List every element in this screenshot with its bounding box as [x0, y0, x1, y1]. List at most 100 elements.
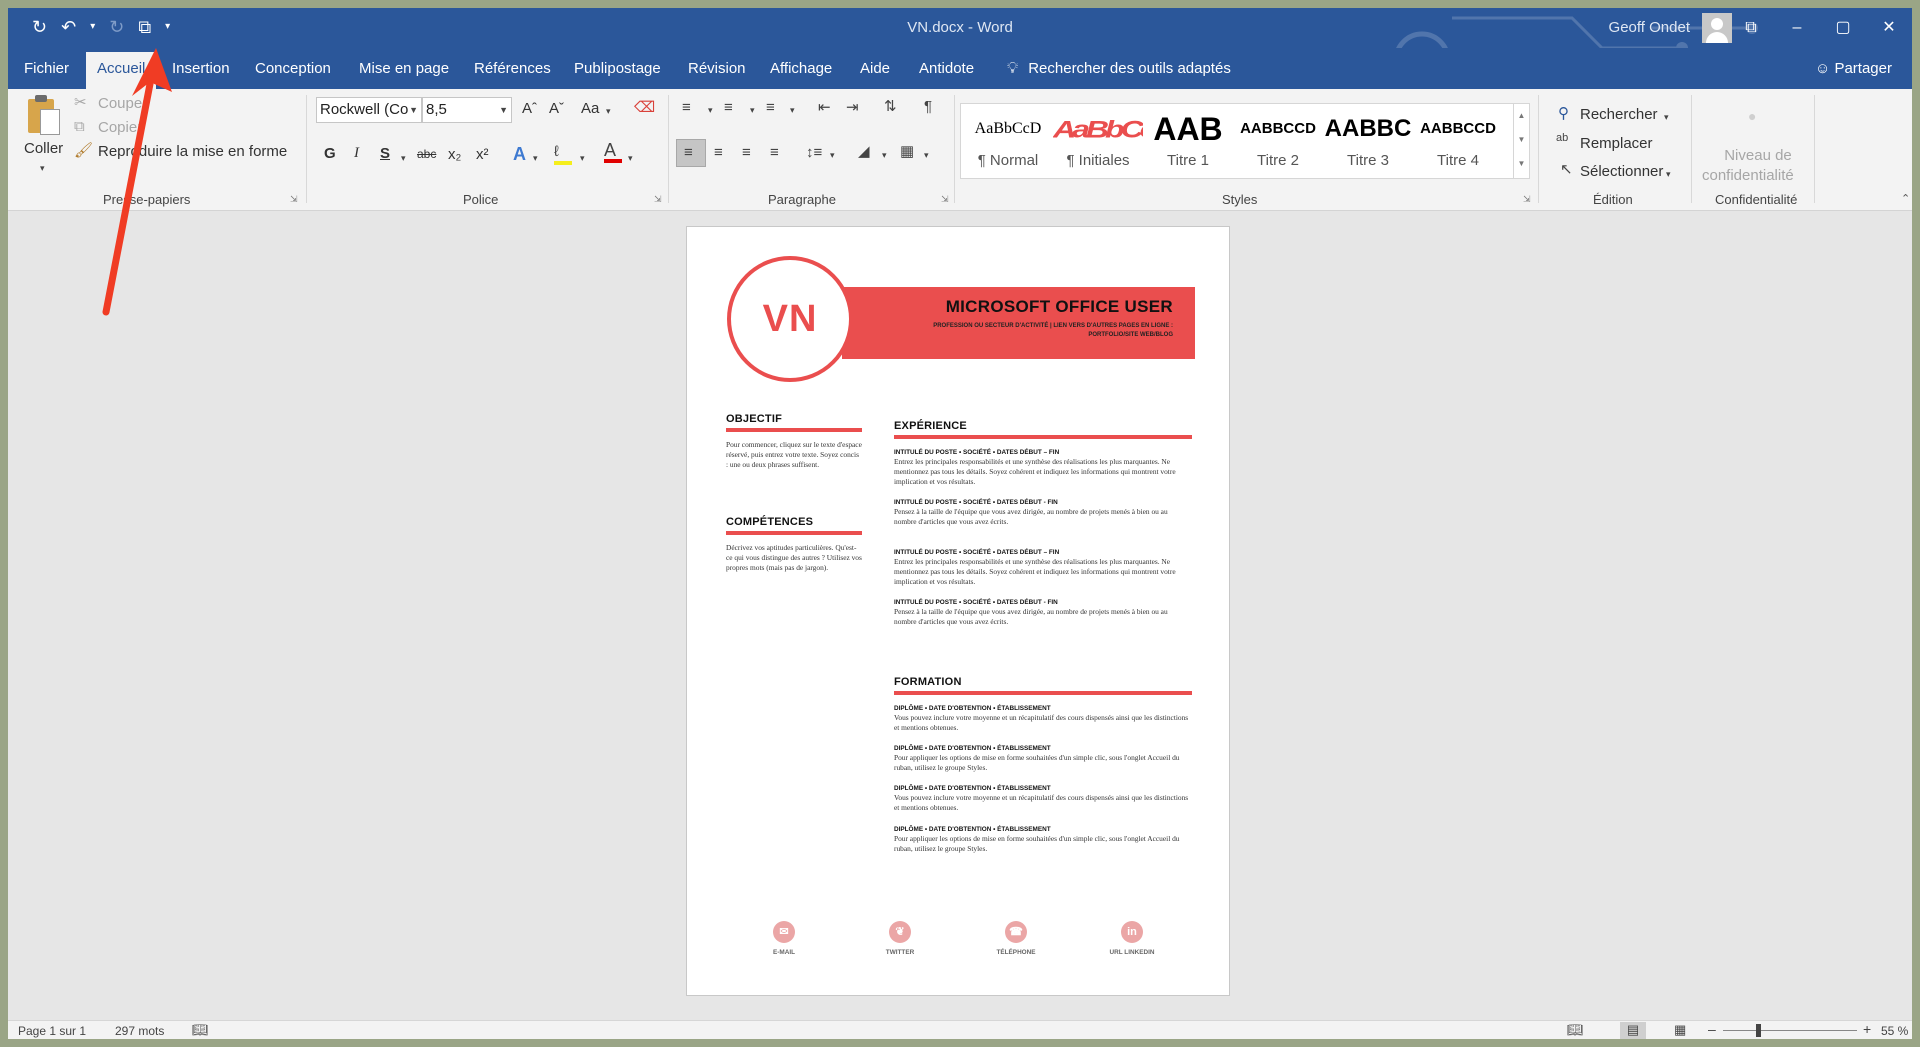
document-page[interactable]: MICROSOFT OFFICE USER PROFESSION OU SECT…: [686, 226, 1230, 996]
change-case-button[interactable]: Aa: [581, 100, 599, 117]
tab-antidote[interactable]: Antidote: [919, 48, 974, 89]
subscript-button[interactable]: x₂: [448, 146, 461, 163]
tab-fichier[interactable]: Fichier: [24, 48, 69, 89]
tab-revision[interactable]: Révision: [688, 48, 746, 89]
style-titre-3[interactable]: AABBC Titre 3: [1323, 104, 1413, 178]
chevron-down-icon[interactable]: ▾: [750, 101, 755, 119]
replace-icon[interactable]: ab: [1556, 129, 1568, 147]
numbering-icon[interactable]: ≡: [724, 99, 733, 117]
align-center-icon[interactable]: ≡: [714, 144, 723, 162]
page-count[interactable]: Page 1 sur 1: [18, 1024, 86, 1038]
zoom-slider-thumb[interactable]: [1756, 1024, 1761, 1037]
chevron-down-icon[interactable]: ▾: [708, 101, 713, 119]
linkedin-contact[interactable]: in URL LINKEDIN: [1102, 921, 1162, 956]
zoom-slider[interactable]: [1723, 1030, 1857, 1031]
search-icon[interactable]: ⚲: [1558, 105, 1569, 123]
font-size-combo[interactable]: 8,5 ▼: [422, 97, 512, 123]
collapse-ribbon-icon[interactable]: ⌃: [1901, 190, 1910, 208]
strikethrough-button[interactable]: abc: [417, 147, 436, 161]
chevron-down-icon[interactable]: ▾: [830, 146, 835, 164]
customize-qat-icon[interactable]: ▾: [165, 16, 170, 38]
underline-button[interactable]: S: [380, 145, 390, 162]
chevron-down-icon[interactable]: ▾: [533, 149, 538, 167]
ribbon-display-options-button[interactable]: ⧉: [1728, 8, 1774, 48]
style-titre-4[interactable]: AABBCCD Titre 4: [1413, 104, 1503, 178]
web-layout-icon[interactable]: ▦: [1674, 1022, 1686, 1038]
align-right-icon[interactable]: ≡: [742, 144, 751, 162]
tab-conception[interactable]: Conception: [255, 48, 331, 89]
chevron-down-icon[interactable]: ▾: [628, 149, 633, 167]
chevron-down-icon[interactable]: ▾: [580, 149, 585, 167]
multilevel-list-icon[interactable]: ≡: [766, 99, 775, 117]
clipboard-launcher-icon[interactable]: ⇲: [290, 194, 298, 205]
restore-button[interactable]: ▢: [1820, 8, 1866, 48]
font-name-combo[interactable]: Rockwell (Co ▼: [316, 97, 422, 123]
style-initiales[interactable]: AaBbCcD ¶ Initiales: [1053, 104, 1143, 178]
chevron-down-icon[interactable]: ▾: [606, 102, 611, 120]
tab-accueil[interactable]: Accueil: [86, 52, 157, 89]
tell-me-search[interactable]: 💡︎ Rechercher des outils adaptés: [1007, 48, 1231, 89]
justify-icon[interactable]: ≡: [770, 144, 779, 162]
increase-indent-icon[interactable]: ⇥: [846, 99, 859, 117]
show-formatting-marks-icon[interactable]: ¶: [924, 98, 932, 116]
style-normal[interactable]: AaBbCcD ¶ Normal: [963, 104, 1053, 178]
chevron-down-icon[interactable]: ▾: [924, 146, 929, 164]
email-contact[interactable]: ✉ E-MAIL: [754, 921, 814, 956]
zoom-in-button[interactable]: +: [1863, 1021, 1871, 1037]
read-mode-icon[interactable]: 📖︎: [1567, 1022, 1584, 1038]
chevron-down-icon[interactable]: ▾: [790, 101, 795, 119]
shrink-font-button[interactable]: Aˇ: [549, 100, 564, 117]
zoom-level[interactable]: 55 %: [1881, 1024, 1908, 1038]
proofing-icon[interactable]: 📖︎: [192, 1022, 209, 1038]
font-launcher-icon[interactable]: ⇲: [654, 194, 662, 205]
styles-launcher-icon[interactable]: ⇲: [1523, 194, 1531, 205]
paste-dropdown-icon[interactable]: ▾: [40, 159, 45, 177]
chevron-down-icon[interactable]: ▾: [401, 149, 406, 167]
bullets-icon[interactable]: ≡: [682, 99, 691, 117]
bold-button[interactable]: G: [324, 145, 336, 162]
close-button[interactable]: ✕: [1866, 8, 1912, 48]
print-layout-icon[interactable]: ▤: [1620, 1022, 1646, 1039]
tab-aide[interactable]: Aide: [860, 48, 890, 89]
scroll-up-icon[interactable]: ▲: [1514, 104, 1529, 128]
share-button[interactable]: ☺︎ Partager: [1815, 48, 1892, 89]
phone-contact[interactable]: ☎ TÉLÉPHONE: [986, 921, 1046, 956]
line-spacing-icon[interactable]: ↕≡: [806, 144, 822, 162]
tab-insertion[interactable]: Insertion: [172, 48, 230, 89]
font-color-icon[interactable]: A: [604, 141, 622, 163]
style-titre-1[interactable]: AAB Titre 1: [1143, 104, 1233, 178]
user-name[interactable]: Geoff Ondet: [1609, 19, 1690, 36]
chevron-down-icon[interactable]: ▾: [882, 146, 887, 164]
decrease-indent-icon[interactable]: ⇤: [818, 99, 831, 117]
find-button[interactable]: Rechercher: [1580, 106, 1658, 123]
style-titre-2[interactable]: AABBCCD Titre 2: [1233, 104, 1323, 178]
grow-font-button[interactable]: Aˆ: [522, 100, 537, 117]
tab-publipostage[interactable]: Publipostage: [574, 48, 661, 89]
scroll-down-icon[interactable]: ▼: [1514, 128, 1529, 152]
word-count[interactable]: 297 mots: [115, 1024, 164, 1038]
cursor-icon[interactable]: ↖: [1560, 161, 1573, 179]
undo-dropdown-icon[interactable]: ▾: [90, 16, 95, 38]
replace-button[interactable]: Remplacer: [1580, 135, 1653, 152]
format-painter-button[interactable]: Reproduire la mise en forme: [98, 143, 287, 160]
tab-mise-en-page[interactable]: Mise en page: [359, 48, 449, 89]
clear-formatting-icon[interactable]: ⌫: [634, 99, 655, 117]
tab-affichage[interactable]: Affichage: [770, 48, 832, 89]
italic-button[interactable]: I: [354, 145, 359, 162]
shading-icon[interactable]: ◢: [858, 143, 870, 161]
paragraph-launcher-icon[interactable]: ⇲: [941, 194, 949, 205]
select-button[interactable]: Sélectionner: [1580, 163, 1663, 180]
chevron-down-icon[interactable]: ▾: [1664, 108, 1669, 126]
paste-icon[interactable]: [28, 95, 60, 135]
highlight-icon[interactable]: ℓ: [554, 143, 572, 165]
text-effects-icon[interactable]: A: [513, 145, 526, 163]
copy-format-icon[interactable]: ⧉: [138, 16, 151, 38]
more-styles-icon[interactable]: ▼: [1514, 152, 1529, 176]
zoom-out-button[interactable]: –: [1708, 1021, 1716, 1037]
twitter-contact[interactable]: ❦ TWITTER: [870, 921, 930, 956]
autosave-icon[interactable]: ↻: [32, 16, 47, 38]
undo-icon[interactable]: ↶: [61, 16, 76, 38]
superscript-button[interactable]: x²: [476, 146, 489, 163]
paste-button[interactable]: Coller: [24, 140, 63, 157]
chevron-down-icon[interactable]: ▾: [1666, 165, 1671, 183]
